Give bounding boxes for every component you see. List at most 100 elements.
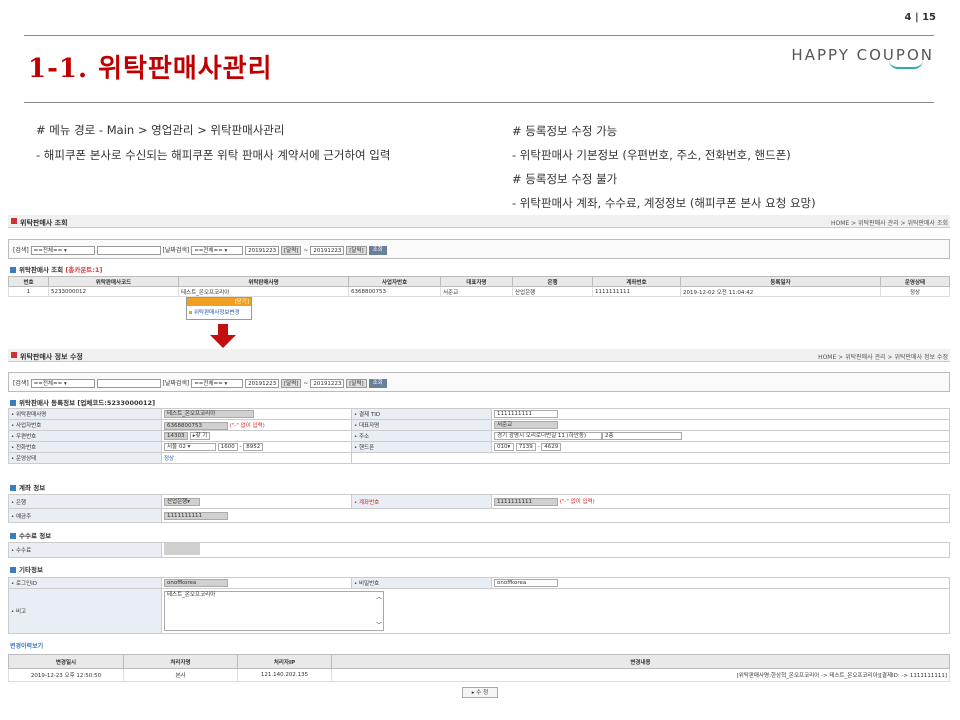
bank-select: 산업은행▾ bbox=[164, 497, 200, 506]
hp-prefix-select[interactable]: 010▾ bbox=[494, 443, 514, 451]
field-label: • 예금주 bbox=[8, 508, 162, 523]
context-popup: [닫기] 위탁판매사정보변경 bbox=[186, 297, 252, 320]
hp-mid-field[interactable]: 7139 bbox=[515, 443, 536, 451]
field-label: • 운영상태 bbox=[8, 452, 162, 464]
search-button[interactable]: 조회 bbox=[368, 379, 387, 388]
field-label: • 사업자번호 bbox=[8, 419, 162, 431]
account-number-field: 1111111111 bbox=[494, 498, 558, 506]
field-label: • 계좌번호 bbox=[351, 494, 492, 509]
col-header: 처리자IP bbox=[237, 654, 332, 669]
popup-edit-menu-item[interactable]: 위탁판매사정보변경 bbox=[187, 306, 251, 318]
history-link[interactable]: 변경이력보기 bbox=[10, 641, 43, 650]
col-header: 사업자번호 bbox=[348, 276, 441, 287]
list-section-title: 위탁판매사 조회 [총카운트:1] bbox=[10, 264, 102, 274]
field-label: • 위탁판매사명 bbox=[8, 408, 162, 420]
breadcrumb: HOME > 위탁판매사 관리 > 위탁판매사 정보 수정 bbox=[818, 354, 948, 361]
cell: 2019-12-02 오전 11:04:42 bbox=[680, 286, 881, 297]
tel-area-select[interactable]: 서울 02 ▾ bbox=[164, 443, 216, 451]
cell: 5233000012 bbox=[48, 286, 179, 297]
zipcode-field[interactable]: 14303 bbox=[164, 432, 188, 440]
cell: 2019-12-23 오후 12:50:50 bbox=[8, 668, 124, 682]
end-date-input[interactable]: 20191223 bbox=[310, 246, 345, 255]
search-type-select[interactable]: ==전체== ▾ bbox=[30, 379, 95, 388]
col-header: 등록일자 bbox=[680, 276, 881, 287]
login-id-field: onoffkorea bbox=[164, 579, 228, 587]
field-label: • 전화번호 bbox=[8, 441, 162, 453]
cell: 1111111111 bbox=[592, 286, 681, 297]
account-section-title: 계좌 정보 bbox=[10, 482, 45, 492]
tid-field[interactable]: 1111111111 bbox=[494, 410, 558, 418]
cell: 6368800753 bbox=[348, 286, 441, 297]
account-form-table: • 은행 산업은행▾ • 계좌번호 1111111111 ("-" 없이 입력) •… bbox=[8, 494, 950, 523]
table-header-row: 변경일시 처리자명 처리자IP 변경내용 bbox=[8, 654, 950, 669]
search-form: [검색] ==전체== ▾ [날짜검색] ==전체== ▾ 20191223 [… bbox=[8, 239, 950, 259]
address-detail-field[interactable]: 2층 bbox=[602, 432, 682, 440]
notes-right: # 등록정보 수정 가능 - 위탁판매사 기본정보 (우편번호, 주소, 전화번… bbox=[512, 124, 816, 210]
field-label: • 수수료 bbox=[8, 542, 162, 558]
field-label: • 우편번호 bbox=[8, 430, 162, 442]
title-rule bbox=[24, 102, 934, 103]
tel-mid-field[interactable]: 1600 bbox=[217, 443, 238, 451]
table-row[interactable]: 1 5233000012 테스트_온오프코리아 6368800753 서준교 산… bbox=[8, 286, 950, 297]
end-calendar-button[interactable]: [달력] bbox=[346, 246, 367, 255]
cell: 본사 bbox=[123, 668, 238, 682]
col-header: 대표자명 bbox=[440, 276, 513, 287]
col-header: 위탁판매사코드 bbox=[48, 276, 179, 287]
happy-coupon-logo: HAPPY COUPON bbox=[791, 46, 934, 69]
field-label: • 은행 bbox=[8, 494, 162, 509]
memo-textarea[interactable]: 테스트_온오프코리아 ︿ ﹀ bbox=[164, 591, 384, 631]
holder-field: 1111111111 bbox=[164, 511, 228, 520]
col-header: 처리자명 bbox=[123, 654, 238, 669]
company-name-field: 테스트_온오프코리아 bbox=[164, 410, 254, 418]
tel-last-field[interactable]: 8952 bbox=[243, 443, 264, 451]
field-label: • 비고 bbox=[8, 588, 162, 634]
scroll-up-icon: ︿ bbox=[375, 594, 382, 601]
cell: 산업은행 bbox=[512, 286, 593, 297]
start-date-input[interactable]: 20191223 bbox=[245, 246, 280, 255]
edit-search-form: [검색] ==전체== ▾ [날짜검색] ==전체== ▾ 20191223 [… bbox=[8, 372, 950, 392]
date-type-select[interactable]: ==전체== ▾ bbox=[191, 246, 244, 255]
field-label: • 로그인ID bbox=[8, 577, 162, 589]
table-row: 2019-12-23 오후 12:50:50 본사 121.140.202.13… bbox=[8, 668, 950, 682]
search-keyword-input[interactable] bbox=[96, 246, 161, 255]
search-button[interactable]: 조회 bbox=[368, 246, 387, 255]
hp-last-field[interactable]: 4629 bbox=[541, 443, 562, 451]
submit-edit-button[interactable]: ▸ 수 정 bbox=[462, 687, 498, 698]
scroll-down-icon: ﹀ bbox=[375, 622, 382, 629]
start-calendar-button[interactable]: [달력] bbox=[281, 379, 302, 388]
field-label: • 대표자명 bbox=[351, 419, 492, 431]
section-icon bbox=[11, 218, 17, 224]
etc-section-title: 기타정보 bbox=[10, 564, 43, 574]
search-type-select[interactable]: ==전체== ▾ bbox=[30, 246, 95, 255]
ceo-field: 서준교 bbox=[494, 421, 558, 429]
col-header: 운영상태 bbox=[880, 276, 950, 287]
end-calendar-button[interactable]: [달력] bbox=[346, 379, 367, 388]
cell: [위탁판매사명:한상혁_온오프코리아 -> 테스트_온오프코리아][결제ID: … bbox=[331, 668, 950, 682]
hint-text: ("-" 없이 입력) bbox=[229, 422, 265, 429]
reg-form-table: • 위탁판매사명 테스트_온오프코리아 • 결제 TID 1111111111 • … bbox=[8, 408, 950, 464]
history-table: 변경일시 처리자명 처리자IP 변경내용 2019-12-23 오후 12:50… bbox=[8, 654, 950, 682]
start-calendar-button[interactable]: [달력] bbox=[281, 246, 302, 255]
popup-close-button[interactable]: [닫기] bbox=[187, 298, 251, 306]
field-label: • 주소 bbox=[351, 430, 492, 442]
search-header-bar: 위탁판매사 조회 HOME > 위탁판매사 관리 > 위탁판매사 조회 bbox=[8, 215, 950, 228]
end-date-input[interactable]: 20191223 bbox=[310, 379, 345, 388]
date-type-select[interactable]: ==전체== ▾ bbox=[191, 379, 244, 388]
fee-form-table: • 수수료 bbox=[8, 542, 950, 558]
address-field[interactable]: 경기 광명시 오리로더번길 11 (하안동) bbox=[494, 432, 602, 440]
start-date-input[interactable]: 20191223 bbox=[245, 379, 280, 388]
cell: 1 bbox=[8, 286, 49, 297]
etc-form-table: • 로그인ID onoffkorea • 비밀번호 onoffkorea • 비고 테… bbox=[8, 577, 950, 634]
fee-section-title: 수수료 정보 bbox=[10, 530, 51, 540]
company-name-link[interactable]: 테스트_온오프코리아 bbox=[178, 286, 349, 297]
cell: 정상 bbox=[880, 286, 950, 297]
col-header: 은행 bbox=[512, 276, 593, 287]
notes-left: # 메뉴 경로 - Main > 영업관리 > 위탁판매사관리 - 해피쿠폰 본… bbox=[36, 123, 391, 162]
field-label: • 핸드폰 bbox=[351, 441, 492, 453]
edit-header-bar: 위탁판매사 정보 수정 HOME > 위탁판매사 관리 > 위탁판매사 정보 수정 bbox=[8, 349, 950, 362]
password-field[interactable]: onoffkorea bbox=[494, 579, 558, 587]
table-header-row: 번호 위탁판매사코드 위탁판매사명 사업자번호 대표자명 은행 계좌번호 등록일… bbox=[8, 276, 950, 287]
zipcode-search-button[interactable]: ▸찾 기 bbox=[189, 432, 211, 440]
col-header: 위탁판매사명 bbox=[178, 276, 349, 287]
search-keyword-input[interactable] bbox=[96, 379, 161, 388]
